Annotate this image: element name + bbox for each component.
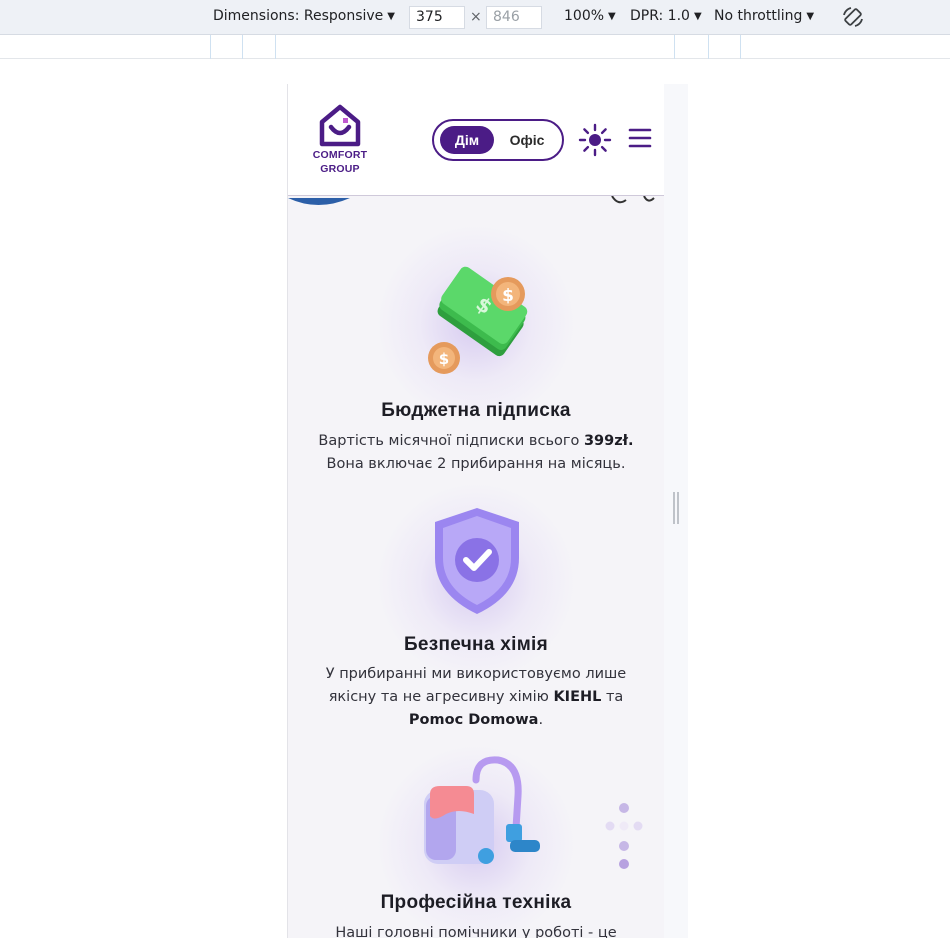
home-office-toggle: Дім Офіс (432, 119, 564, 161)
feature-text: У прибиранні ми використовуємо лише якіс… (325, 666, 627, 728)
vacuum-cleaner-icon (424, 756, 540, 864)
sun-icon[interactable] (578, 123, 612, 157)
dpr-dropdown[interactable]: DPR: 1.0 ▼ (630, 8, 702, 24)
width-input[interactable]: 375 (409, 6, 465, 29)
dpr-label: DPR: 1.0 (630, 8, 690, 24)
chevron-down-icon: ▼ (608, 10, 616, 22)
height-input[interactable]: 846 (486, 6, 542, 29)
svg-text:$: $ (502, 286, 514, 306)
feature-title: Безпечна хімія (403, 634, 549, 655)
logo-line1: COMFORT (312, 149, 368, 161)
menu-icon[interactable] (628, 127, 652, 149)
feature-title: Бюджетна підписка (381, 400, 571, 421)
media-query-ruler (0, 35, 950, 59)
feature-text: Наші головні помічники у роботі - це (335, 925, 617, 938)
throttling-dropdown[interactable]: No throttling ▼ (714, 8, 814, 24)
resize-handle[interactable] (673, 492, 679, 524)
dimensions-label: Dimensions: Responsive (213, 8, 384, 24)
logo[interactable]: COMFORT GROUP (310, 104, 370, 176)
chevron-down-icon: ▼ (387, 10, 395, 22)
rotate-icon[interactable] (842, 6, 864, 28)
svg-text:$: $ (439, 350, 449, 368)
zoom-dropdown[interactable]: 100% ▼ (564, 8, 616, 24)
times-sign: × (470, 9, 482, 25)
toggle-office[interactable]: Офіс (500, 126, 554, 154)
zoom-label: 100% (564, 8, 605, 24)
house-smile-icon (319, 104, 361, 147)
shield-icon (435, 508, 519, 614)
feature-title: Професійна техніка (380, 892, 572, 913)
dots-decoration-icon (605, 803, 643, 869)
money-icon: $ $ $ (428, 266, 528, 374)
decoration-image (288, 196, 655, 205)
throttling-label: No throttling (714, 8, 803, 24)
dimensions-dropdown[interactable]: Dimensions: Responsive ▼ (213, 8, 395, 24)
feature-text: Вартість місячної підписки всього 399zł.… (318, 433, 634, 472)
mobile-viewport: COMFORT GROUP Дім Офіс $ $ $ Бюджетна пі… (287, 84, 664, 938)
site-header: COMFORT GROUP Дім Офіс (288, 84, 664, 196)
chevron-down-icon: ▼ (693, 10, 702, 22)
toggle-home[interactable]: Дім (440, 126, 494, 154)
logo-line2: GROUP (320, 163, 360, 175)
chevron-down-icon: ▼ (806, 10, 815, 22)
devtools-toolbar: Dimensions: Responsive ▼ 375 × 846 100% … (0, 0, 950, 35)
